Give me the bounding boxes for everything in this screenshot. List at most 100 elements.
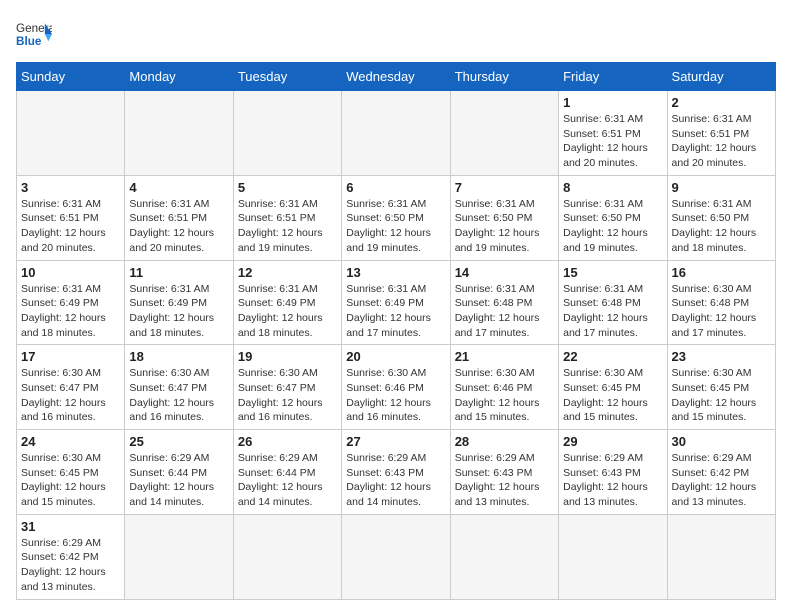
calendar-cell bbox=[342, 514, 450, 599]
calendar-cell bbox=[233, 514, 341, 599]
calendar-cell: 1Sunrise: 6:31 AM Sunset: 6:51 PM Daylig… bbox=[559, 91, 667, 176]
day-number: 22 bbox=[563, 349, 662, 364]
day-number: 3 bbox=[21, 180, 120, 195]
calendar-cell: 27 Sunrise: 6:29 AM Sunset: 6:43 PM Dayli… bbox=[342, 430, 450, 515]
day-info: Sunrise: 6:30 AM Sunset: 6:47 PM Dayligh… bbox=[238, 366, 337, 425]
day-info: Sunrise: 6:31 AM Sunset: 6:50 PM Dayligh… bbox=[563, 197, 662, 256]
day-info: Sunrise: 6:31 AM Sunset: 6:50 PM Dayligh… bbox=[672, 197, 771, 256]
day-number: 4 bbox=[129, 180, 228, 195]
calendar-cell bbox=[17, 91, 125, 176]
day-number: 14 bbox=[455, 265, 554, 280]
calendar-cell: 4 Sunrise: 6:31 AM Sunset: 6:51 PM Daylig… bbox=[125, 175, 233, 260]
day-info: Sunrise: 6:30 AM Sunset: 6:45 PM Dayligh… bbox=[21, 451, 120, 510]
calendar-cell: 5 Sunrise: 6:31 AM Sunset: 6:51 PM Daylig… bbox=[233, 175, 341, 260]
day-number: 23 bbox=[672, 349, 771, 364]
day-number: 8 bbox=[563, 180, 662, 195]
weekday-header-sunday: Sunday bbox=[17, 63, 125, 91]
day-number: 11 bbox=[129, 265, 228, 280]
day-info: Sunrise: 6:29 AM Sunset: 6:43 PM Dayligh… bbox=[346, 451, 445, 510]
day-info: Sunrise: 6:31 AM Sunset: 6:48 PM Dayligh… bbox=[455, 282, 554, 341]
calendar-cell bbox=[342, 91, 450, 176]
week-row-0: 1Sunrise: 6:31 AM Sunset: 6:51 PM Daylig… bbox=[17, 91, 776, 176]
calendar-cell: 11 Sunrise: 6:31 AM Sunset: 6:49 PM Dayli… bbox=[125, 260, 233, 345]
day-info: Sunrise: 6:29 AM Sunset: 6:43 PM Dayligh… bbox=[563, 451, 662, 510]
day-info: Sunrise: 6:31 AM Sunset: 6:50 PM Dayligh… bbox=[346, 197, 445, 256]
calendar-cell: 12 Sunrise: 6:31 AM Sunset: 6:49 PM Dayli… bbox=[233, 260, 341, 345]
day-info: Sunrise: 6:30 AM Sunset: 6:45 PM Dayligh… bbox=[563, 366, 662, 425]
calendar-cell: 23Sunrise: 6:30 AM Sunset: 6:45 PM Dayli… bbox=[667, 345, 775, 430]
day-info: Sunrise: 6:29 AM Sunset: 6:44 PM Dayligh… bbox=[129, 451, 228, 510]
calendar-cell bbox=[559, 514, 667, 599]
day-number: 25 bbox=[129, 434, 228, 449]
day-info: Sunrise: 6:31 AM Sunset: 6:51 PM Dayligh… bbox=[238, 197, 337, 256]
day-number: 1 bbox=[563, 95, 662, 110]
calendar-cell bbox=[667, 514, 775, 599]
day-info: Sunrise: 6:31 AM Sunset: 6:49 PM Dayligh… bbox=[129, 282, 228, 341]
day-info: Sunrise: 6:29 AM Sunset: 6:43 PM Dayligh… bbox=[455, 451, 554, 510]
day-info: Sunrise: 6:29 AM Sunset: 6:42 PM Dayligh… bbox=[672, 451, 771, 510]
day-number: 20 bbox=[346, 349, 445, 364]
day-info: Sunrise: 6:31 AM Sunset: 6:49 PM Dayligh… bbox=[21, 282, 120, 341]
calendar-cell: 30 Sunrise: 6:29 AM Sunset: 6:42 PM Dayli… bbox=[667, 430, 775, 515]
day-number: 7 bbox=[455, 180, 554, 195]
weekday-header-tuesday: Tuesday bbox=[233, 63, 341, 91]
weekday-header-monday: Monday bbox=[125, 63, 233, 91]
calendar-cell: 10 Sunrise: 6:31 AM Sunset: 6:49 PM Dayli… bbox=[17, 260, 125, 345]
calendar-cell: 22 Sunrise: 6:30 AM Sunset: 6:45 PM Dayli… bbox=[559, 345, 667, 430]
calendar-cell bbox=[125, 91, 233, 176]
day-info: Sunrise: 6:30 AM Sunset: 6:48 PM Dayligh… bbox=[672, 282, 771, 341]
day-number: 21 bbox=[455, 349, 554, 364]
week-row-1: 3 Sunrise: 6:31 AM Sunset: 6:51 PM Daylig… bbox=[17, 175, 776, 260]
day-number: 5 bbox=[238, 180, 337, 195]
day-info: Sunrise: 6:31 AM Sunset: 6:49 PM Dayligh… bbox=[238, 282, 337, 341]
calendar-cell bbox=[450, 514, 558, 599]
weekday-header-saturday: Saturday bbox=[667, 63, 775, 91]
day-number: 9 bbox=[672, 180, 771, 195]
day-number: 19 bbox=[238, 349, 337, 364]
calendar-cell: 16 Sunrise: 6:30 AM Sunset: 6:48 PM Dayli… bbox=[667, 260, 775, 345]
day-info: Sunrise: 6:31 AM Sunset: 6:50 PM Dayligh… bbox=[455, 197, 554, 256]
day-number: 10 bbox=[21, 265, 120, 280]
day-number: 29 bbox=[563, 434, 662, 449]
week-row-2: 10 Sunrise: 6:31 AM Sunset: 6:49 PM Dayli… bbox=[17, 260, 776, 345]
calendar-cell: 14 Sunrise: 6:31 AM Sunset: 6:48 PM Dayli… bbox=[450, 260, 558, 345]
calendar-cell: 21Sunrise: 6:30 AM Sunset: 6:46 PM Dayli… bbox=[450, 345, 558, 430]
calendar-cell: 26Sunrise: 6:29 AM Sunset: 6:44 PM Dayli… bbox=[233, 430, 341, 515]
calendar-cell: 7 Sunrise: 6:31 AM Sunset: 6:50 PM Daylig… bbox=[450, 175, 558, 260]
day-info: Sunrise: 6:31 AM Sunset: 6:49 PM Dayligh… bbox=[346, 282, 445, 341]
day-info: Sunrise: 6:30 AM Sunset: 6:47 PM Dayligh… bbox=[129, 366, 228, 425]
day-number: 27 bbox=[346, 434, 445, 449]
day-info: Sunrise: 6:29 AM Sunset: 6:42 PM Dayligh… bbox=[21, 536, 120, 595]
day-number: 18 bbox=[129, 349, 228, 364]
day-number: 13 bbox=[346, 265, 445, 280]
week-row-3: 17Sunrise: 6:30 AM Sunset: 6:47 PM Dayli… bbox=[17, 345, 776, 430]
day-number: 15 bbox=[563, 265, 662, 280]
day-number: 16 bbox=[672, 265, 771, 280]
calendar-cell: 31 Sunrise: 6:29 AM Sunset: 6:42 PM Dayli… bbox=[17, 514, 125, 599]
calendar-cell: 2Sunrise: 6:31 AM Sunset: 6:51 PM Daylig… bbox=[667, 91, 775, 176]
day-number: 30 bbox=[672, 434, 771, 449]
week-row-5: 31 Sunrise: 6:29 AM Sunset: 6:42 PM Dayli… bbox=[17, 514, 776, 599]
calendar-cell: 19 Sunrise: 6:30 AM Sunset: 6:47 PM Dayli… bbox=[233, 345, 341, 430]
calendar-cell: 13 Sunrise: 6:31 AM Sunset: 6:49 PM Dayli… bbox=[342, 260, 450, 345]
calendar-cell: 20Sunrise: 6:30 AM Sunset: 6:46 PM Dayli… bbox=[342, 345, 450, 430]
logo-icon: General Blue bbox=[16, 16, 52, 52]
calendar-cell bbox=[233, 91, 341, 176]
day-info: Sunrise: 6:30 AM Sunset: 6:47 PM Dayligh… bbox=[21, 366, 120, 425]
calendar-cell: 17Sunrise: 6:30 AM Sunset: 6:47 PM Dayli… bbox=[17, 345, 125, 430]
calendar-cell: 9 Sunrise: 6:31 AM Sunset: 6:50 PM Daylig… bbox=[667, 175, 775, 260]
week-row-4: 24 Sunrise: 6:30 AM Sunset: 6:45 PM Dayli… bbox=[17, 430, 776, 515]
day-info: Sunrise: 6:31 AM Sunset: 6:51 PM Dayligh… bbox=[129, 197, 228, 256]
calendar-cell: 24 Sunrise: 6:30 AM Sunset: 6:45 PM Dayli… bbox=[17, 430, 125, 515]
header: General Blue bbox=[16, 16, 776, 52]
day-number: 6 bbox=[346, 180, 445, 195]
day-info: Sunrise: 6:31 AM Sunset: 6:48 PM Dayligh… bbox=[563, 282, 662, 341]
day-number: 26 bbox=[238, 434, 337, 449]
day-number: 24 bbox=[21, 434, 120, 449]
weekday-header-friday: Friday bbox=[559, 63, 667, 91]
weekday-header-wednesday: Wednesday bbox=[342, 63, 450, 91]
calendar-cell: 8 Sunrise: 6:31 AM Sunset: 6:50 PM Daylig… bbox=[559, 175, 667, 260]
day-number: 31 bbox=[21, 519, 120, 534]
calendar: SundayMondayTuesdayWednesdayThursdayFrid… bbox=[16, 62, 776, 600]
day-number: 12 bbox=[238, 265, 337, 280]
